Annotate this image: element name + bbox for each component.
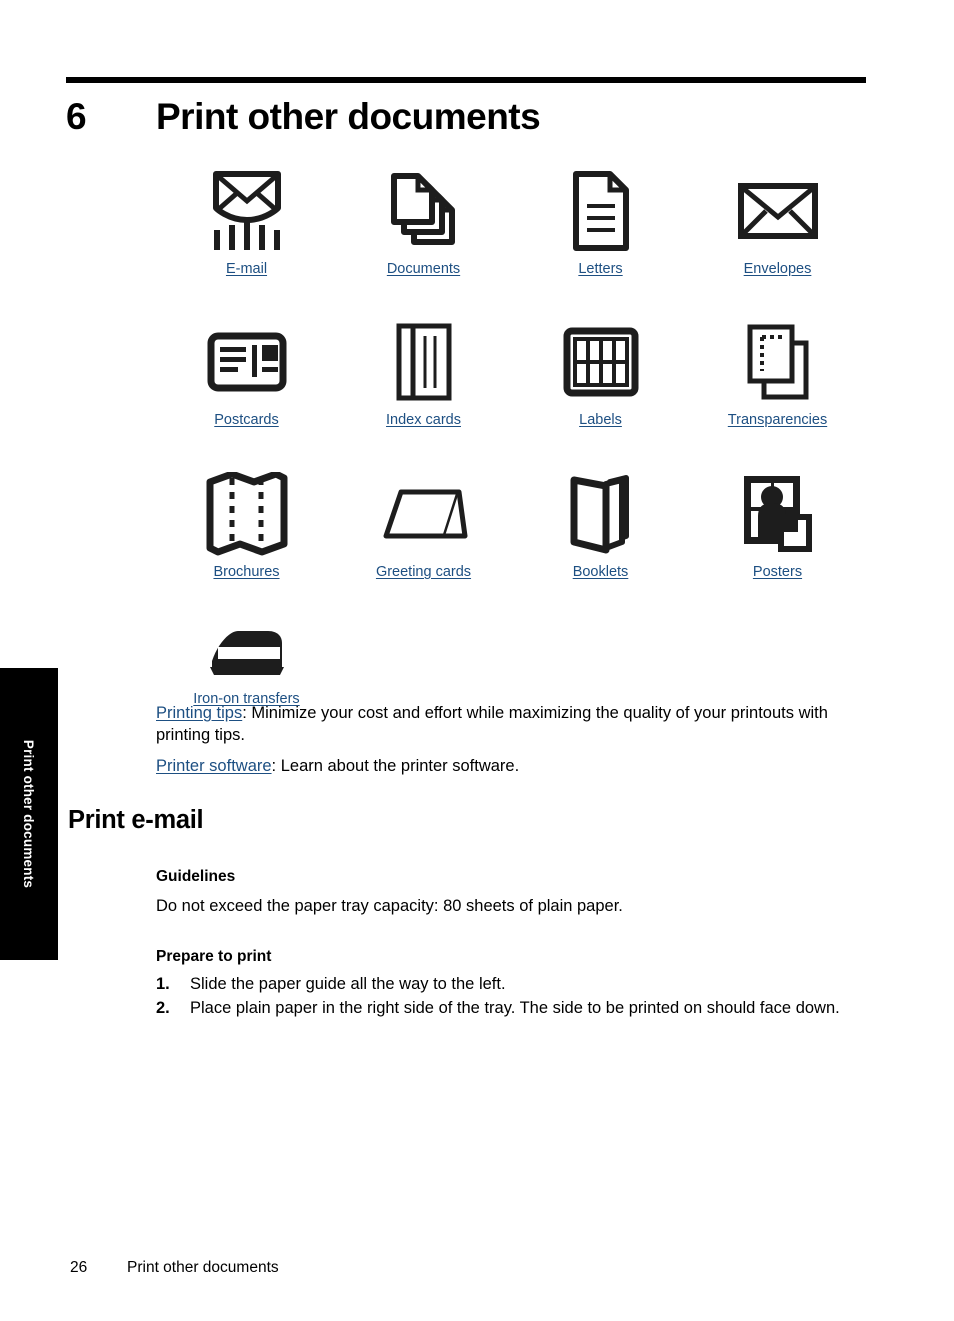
- grid-item-posters[interactable]: Posters: [689, 469, 866, 581]
- grid-item-postcards[interactable]: Postcards: [158, 317, 335, 429]
- icon-row: Brochures Greeting cards Booklets Poster…: [158, 469, 868, 581]
- grid-item-documents[interactable]: Documents: [335, 166, 512, 278]
- grid-label-letters[interactable]: Letters: [578, 260, 622, 278]
- grid-label-email[interactable]: E-mail: [226, 260, 267, 278]
- grid-item-booklets[interactable]: Booklets: [512, 469, 689, 581]
- prepare-to-print-steps: 1. Slide the paper guide all the way to …: [156, 973, 874, 1021]
- envelope-icon: [736, 166, 820, 256]
- icon-row: Iron-on transfers: [158, 618, 868, 708]
- grid-label-envelopes[interactable]: Envelopes: [744, 260, 812, 278]
- step-number: 1.: [156, 975, 170, 993]
- document-type-icon-grid: E-mail Documents Letters Envelopes Postc…: [158, 166, 868, 708]
- brochure-fold-icon: [204, 469, 290, 559]
- icon-row: Postcards Index cards Labels Transparenc…: [158, 317, 868, 429]
- printer-software-paragraph: Printer software: Learn about the printe…: [156, 755, 874, 777]
- email-envelope-icon: [208, 166, 286, 256]
- chapter-header: 6 Print other documents: [66, 92, 866, 150]
- guidelines-body-text: Do not exceed the paper tray capacity: 8…: [156, 897, 623, 915]
- list-item: 2. Place plain paper in the right side o…: [156, 997, 874, 1019]
- transparency-sheets-icon: [742, 317, 814, 407]
- step-text: Slide the paper guide all the way to the…: [190, 975, 506, 993]
- documents-stack-icon: [384, 166, 464, 256]
- grid-label-postcards[interactable]: Postcards: [214, 411, 278, 429]
- footer-chapter-name: Print other documents: [127, 1259, 279, 1276]
- printer-software-text: : Learn about the printer software.: [271, 757, 520, 775]
- grid-item-email[interactable]: E-mail: [158, 166, 335, 278]
- printing-tips-paragraph: Printing tips: Minimize your cost and ef…: [156, 702, 874, 746]
- printer-software-link[interactable]: Printer software: [156, 757, 272, 775]
- footer-page-number: 26: [70, 1259, 88, 1276]
- grid-item-transparencies[interactable]: Transparencies: [689, 317, 866, 429]
- page-title: Print other documents: [156, 96, 541, 137]
- grid-label-transparencies[interactable]: Transparencies: [728, 411, 827, 429]
- guidelines-heading: Guidelines: [156, 868, 236, 885]
- step-number: 2.: [156, 999, 170, 1017]
- grid-label-index-cards[interactable]: Index cards: [386, 411, 461, 429]
- icon-row: E-mail Documents Letters Envelopes: [158, 166, 868, 278]
- grid-item-iron-on-transfers[interactable]: Iron-on transfers: [158, 618, 335, 708]
- grid-item-letters[interactable]: Letters: [512, 166, 689, 278]
- chapter-number: 6: [66, 96, 87, 137]
- postcard-icon: [206, 317, 288, 407]
- greeting-card-icon: [379, 469, 469, 559]
- grid-label-greeting-cards[interactable]: Greeting cards: [376, 563, 471, 581]
- grid-item-greeting-cards[interactable]: Greeting cards: [335, 469, 512, 581]
- page-footer: 26 Print other documents: [70, 1258, 279, 1278]
- iron-icon: [204, 618, 290, 686]
- booklet-book-icon: [566, 469, 636, 559]
- grid-label-booklets[interactable]: Booklets: [573, 563, 629, 581]
- step-text: Place plain paper in the right side of t…: [190, 999, 840, 1017]
- grid-label-brochures[interactable]: Brochures: [213, 563, 279, 581]
- letter-page-icon: [568, 166, 634, 256]
- chapter-rule: [66, 77, 866, 83]
- list-item: 1. Slide the paper guide all the way to …: [156, 973, 874, 995]
- labels-grid-icon: [563, 317, 639, 407]
- grid-item-index-cards[interactable]: Index cards: [335, 317, 512, 429]
- side-thumb-tab-label: Print other documents: [21, 739, 37, 889]
- grid-item-labels[interactable]: Labels: [512, 317, 689, 429]
- printing-tips-link[interactable]: Printing tips: [156, 704, 242, 722]
- grid-item-brochures[interactable]: Brochures: [158, 469, 335, 581]
- prepare-to-print-heading: Prepare to print: [156, 948, 272, 965]
- grid-label-posters[interactable]: Posters: [753, 563, 802, 581]
- grid-item-envelopes[interactable]: Envelopes: [689, 166, 866, 278]
- grid-label-documents[interactable]: Documents: [387, 260, 460, 278]
- poster-tiles-icon: [740, 469, 816, 559]
- side-thumb-tab: Print other documents: [0, 668, 58, 960]
- printing-tips-text: : Minimize your cost and effort while ma…: [156, 704, 828, 744]
- grid-label-labels[interactable]: Labels: [579, 411, 622, 429]
- section-heading-print-email: Print e-mail: [68, 806, 204, 834]
- index-card-icon: [395, 317, 453, 407]
